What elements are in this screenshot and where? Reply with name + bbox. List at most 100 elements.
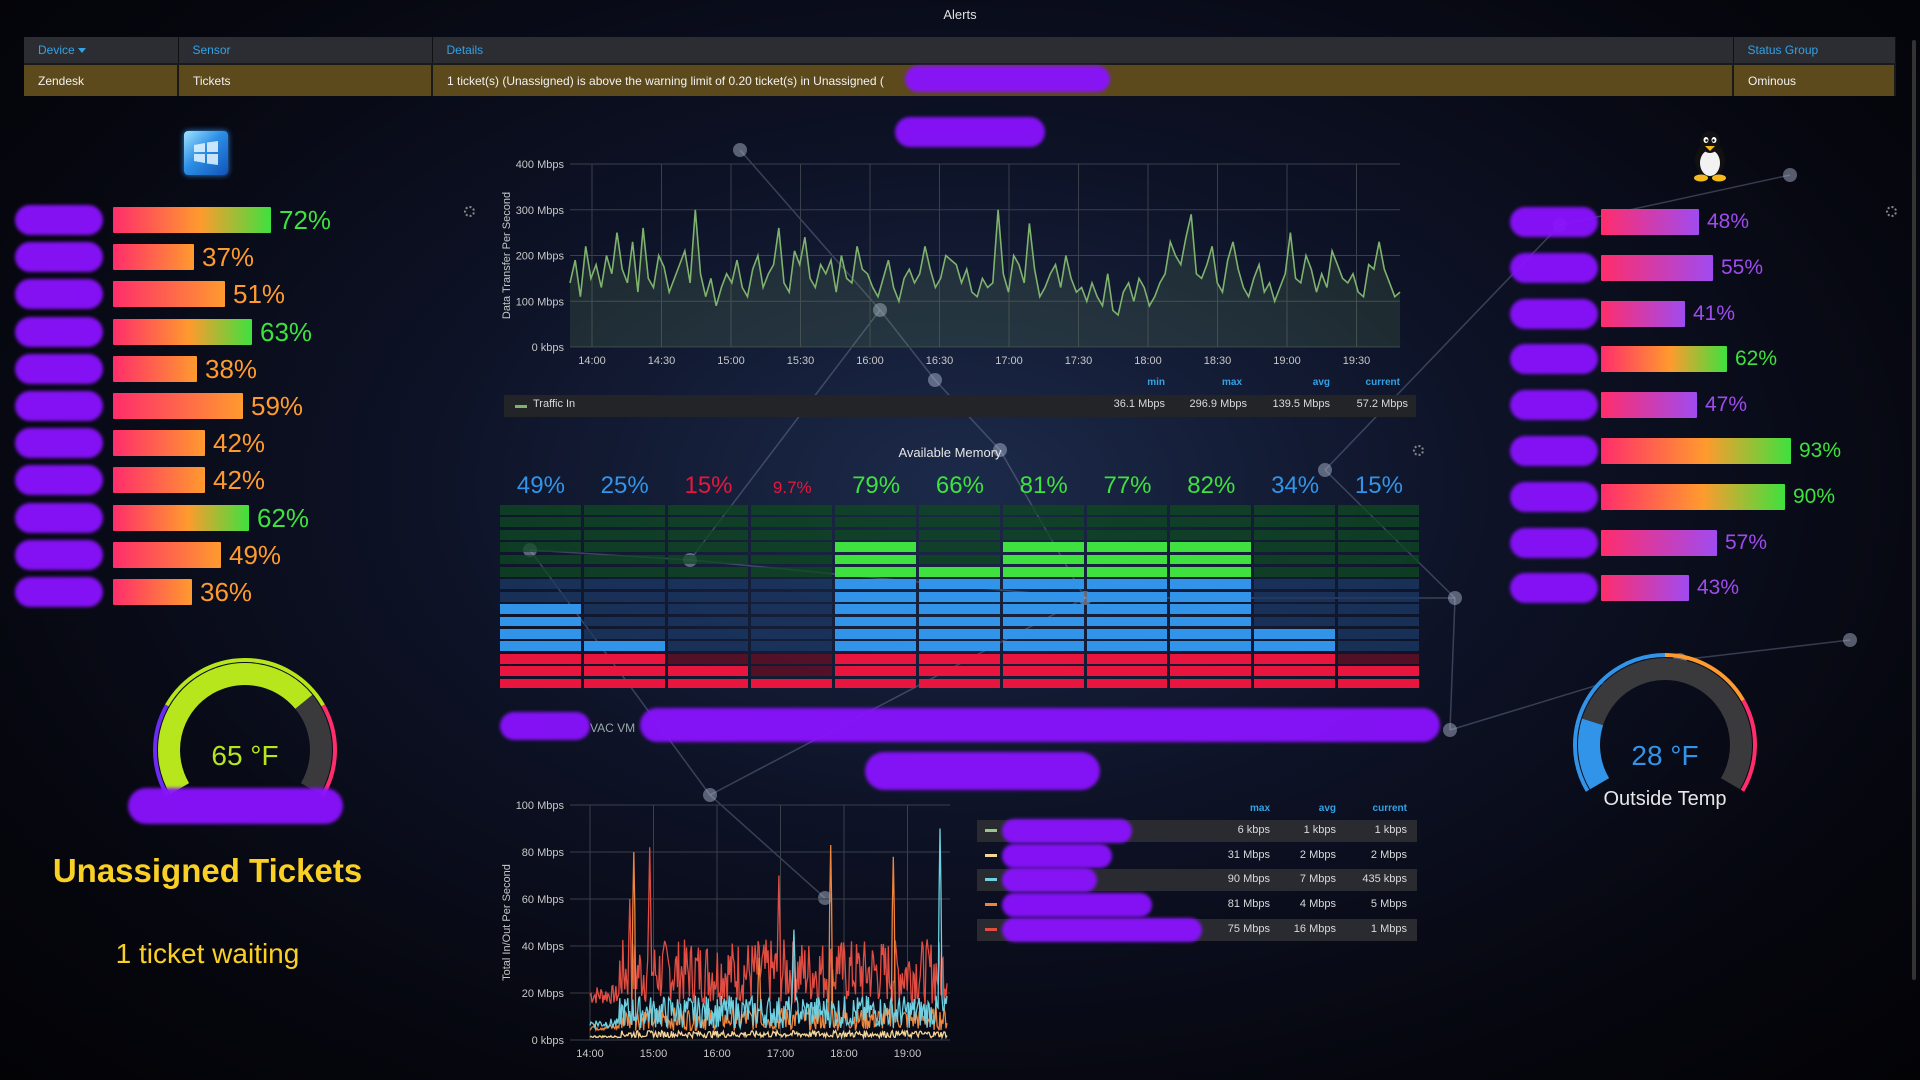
memory-segment — [751, 604, 833, 615]
memory-segment — [835, 678, 916, 689]
memory-segment — [751, 678, 833, 689]
y-tick-label: 300 Mbps — [516, 205, 565, 217]
redacted-bar-name — [1510, 527, 1598, 558]
details-column-header[interactable]: Details — [432, 37, 1734, 64]
bar-fill — [113, 393, 243, 419]
memory-segment — [835, 542, 916, 553]
memory-segment — [751, 629, 833, 639]
bar-value-label: 62% — [257, 502, 310, 533]
memory-segment — [1254, 505, 1335, 515]
bar-value-label: 51% — [233, 279, 286, 310]
memory-segment — [1338, 505, 1419, 515]
bar-value-label: 47% — [1705, 393, 1748, 417]
memory-segment — [583, 641, 665, 652]
redacted-bar-name — [1510, 436, 1598, 466]
x-tick-label: 16:00 — [703, 1048, 731, 1060]
memory-segment — [1338, 529, 1419, 540]
memory-segment — [583, 567, 665, 577]
memory-segment — [667, 567, 749, 577]
memory-segment — [1086, 604, 1168, 615]
legend-swatch — [985, 853, 997, 857]
left-gauge-value: 65 °F — [211, 740, 279, 771]
memory-segment — [1086, 629, 1168, 639]
alerts-title: Alerts — [943, 7, 977, 22]
legend-header: current — [1372, 803, 1407, 814]
bar-fill — [1601, 438, 1791, 464]
memory-segment — [1338, 542, 1419, 553]
memory-segment — [583, 505, 665, 515]
memory-segment — [500, 666, 581, 677]
legend-header: max — [1221, 377, 1242, 388]
memory-segment — [1086, 567, 1168, 577]
memory-segment — [1338, 666, 1419, 677]
bar-value-label: 42% — [213, 465, 266, 496]
memory-segment — [667, 579, 749, 590]
memory-segment — [835, 591, 916, 602]
x-tick-label: 16:30 — [926, 355, 954, 367]
x-tick-label: 18:30 — [1204, 355, 1232, 367]
memory-segment — [1338, 579, 1419, 590]
memory-segment — [667, 678, 749, 689]
bar-fill — [113, 541, 221, 568]
memory-segment — [500, 629, 581, 639]
status-group-column-header[interactable]: Status Group — [1733, 37, 1896, 64]
redacted-bar-name — [15, 391, 103, 421]
traffic-in-legend-label[interactable]: Traffic In — [533, 398, 575, 410]
memory-segment — [1170, 567, 1252, 577]
memory-segment — [1086, 579, 1168, 590]
memory-segment — [667, 616, 749, 627]
memory-segment — [583, 554, 665, 565]
device-column-header[interactable]: Device — [24, 37, 179, 64]
memory-segment — [1170, 666, 1252, 677]
memory-segment — [667, 641, 749, 652]
page-scrollbar[interactable] — [1912, 40, 1916, 980]
redacted-text — [905, 66, 1110, 92]
x-tick-label: 16:00 — [856, 355, 884, 367]
sensor-column-header[interactable]: Sensor — [178, 37, 433, 64]
y-tick-label: 100 Mbps — [516, 296, 565, 308]
memory-segment — [835, 666, 916, 677]
memory-segment — [835, 616, 916, 627]
bar-fill — [113, 281, 225, 308]
memory-percent-label: 49% — [516, 472, 565, 499]
memory-segment — [1338, 678, 1419, 689]
memory-segment — [751, 554, 833, 565]
memory-segment — [1002, 554, 1084, 565]
y-tick-label: 200 Mbps — [516, 251, 565, 263]
memory-segment — [500, 604, 581, 615]
memory-percent-label: 15% — [1354, 472, 1403, 499]
legend-header: min — [1147, 377, 1165, 388]
redacted-series-name — [1002, 893, 1152, 918]
bar-fill — [1601, 529, 1717, 556]
tickets-waiting-text: 1 ticket waiting — [115, 938, 300, 969]
memory-segment — [1086, 666, 1168, 677]
redacted-bar-name — [1510, 344, 1598, 375]
bar-fill — [113, 430, 205, 457]
memory-segment — [667, 517, 749, 528]
right-temperature-gauge — [1573, 653, 1757, 792]
memory-segment — [751, 653, 833, 664]
memory-segment — [500, 505, 581, 515]
memory-percent-label: 15% — [684, 472, 733, 499]
redacted-panel-title — [895, 117, 1045, 147]
memory-segment — [835, 629, 916, 639]
bar-value-label: 59% — [251, 391, 304, 421]
memory-segment — [667, 542, 749, 553]
legend-value: 2 Mbps — [1370, 848, 1407, 861]
memory-segment — [835, 505, 916, 515]
redacted-series-name — [1002, 843, 1112, 868]
bar-value-label: 57% — [1725, 530, 1768, 554]
memory-segment — [1170, 517, 1252, 528]
redacted-gauge-caption — [128, 788, 343, 824]
redacted-bar-name — [15, 539, 103, 570]
loading-spinner-icon — [1886, 206, 1897, 217]
bar-fill — [1601, 575, 1689, 602]
memory-segment — [583, 678, 665, 689]
bar-value-label: 48% — [1707, 210, 1750, 233]
memory-segment — [1002, 579, 1084, 590]
memory-segment — [1002, 542, 1084, 553]
memory-segment — [919, 653, 1000, 664]
memory-segment — [919, 579, 1000, 590]
device-header-label: Device — [38, 43, 75, 57]
bar-value-label: 55% — [1721, 255, 1764, 279]
